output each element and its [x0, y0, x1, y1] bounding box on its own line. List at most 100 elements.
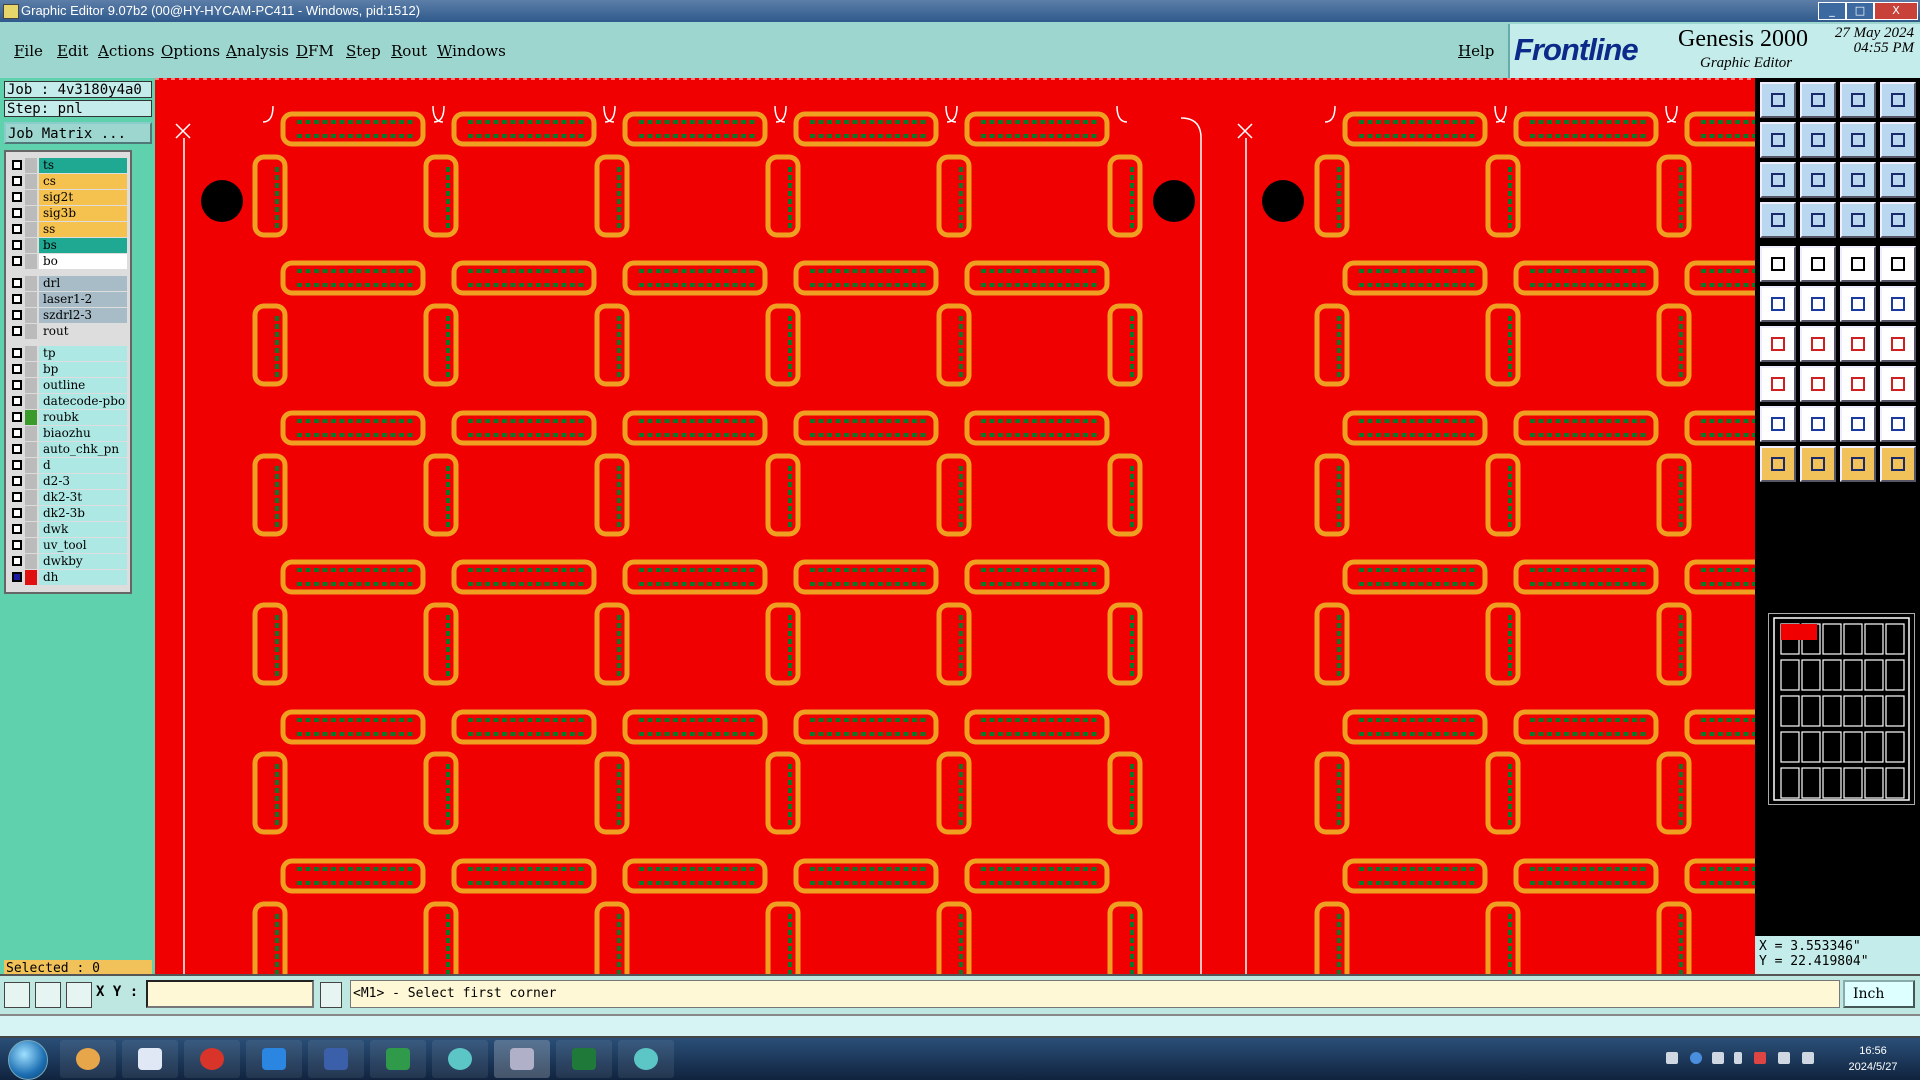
arc-icon[interactable] [1840, 326, 1876, 362]
layer-row-rout[interactable]: rout [6, 324, 130, 339]
layer-row-ss[interactable]: ss [6, 222, 130, 237]
center-icon[interactable] [1800, 162, 1836, 198]
layer-row-tp[interactable]: tp [6, 346, 130, 361]
layer-row-uv_tool[interactable]: uv_tool [6, 538, 130, 553]
system-clock[interactable]: 16:56 2024/5/27 [1828, 1043, 1918, 1075]
taskbar-app-red[interactable] [184, 1040, 240, 1078]
layer-checkbox[interactable] [12, 278, 22, 288]
taskbar-app-save[interactable] [308, 1040, 364, 1078]
layer-checkbox[interactable] [12, 294, 22, 304]
xy-input[interactable] [146, 980, 314, 1008]
select-icon[interactable] [1760, 446, 1796, 482]
scale-icon[interactable] [1840, 162, 1876, 198]
start-button[interactable] [8, 1040, 48, 1080]
layer-row-dk2-3t[interactable]: dk2-3t [6, 490, 130, 505]
job-matrix-button[interactable]: Job Matrix ... [4, 122, 152, 144]
layer-checkbox[interactable] [12, 524, 22, 534]
layer-checkbox[interactable] [12, 208, 22, 218]
measure-mode-icon[interactable] [35, 982, 61, 1008]
menu-step[interactable]: Step [346, 42, 381, 60]
overlay-icon[interactable] [1880, 366, 1916, 402]
grid-icon[interactable] [1800, 202, 1836, 238]
layer-checkbox[interactable] [12, 508, 22, 518]
arrow-up-tray-icon[interactable] [1734, 1052, 1742, 1064]
taskbar-app-graphic-editor[interactable] [494, 1040, 550, 1078]
layer-checkbox[interactable] [12, 160, 22, 170]
info-icon[interactable] [320, 982, 342, 1008]
minus-icon[interactable] [1800, 366, 1836, 402]
taskbar-app-excel[interactable] [556, 1040, 612, 1078]
layer-row-dwk[interactable]: dwk [6, 522, 130, 537]
menu-help[interactable]: Help [1458, 42, 1494, 60]
angle-icon[interactable] [1760, 326, 1796, 362]
layer-row-d2-3[interactable]: d2-3 [6, 474, 130, 489]
taskbar-app-notepad[interactable] [122, 1040, 178, 1078]
zoom-fit-icon[interactable] [1880, 82, 1916, 118]
taskbar-app-genesis-2[interactable] [618, 1040, 674, 1078]
close-button[interactable]: X [1874, 2, 1918, 20]
layer-row-sig3b[interactable]: sig3b [6, 206, 130, 221]
multi-select-icon[interactable] [1880, 446, 1916, 482]
select-3-icon[interactable] [1840, 446, 1876, 482]
layer-checkbox[interactable] [12, 176, 22, 186]
menu-actions[interactable]: Actions [98, 42, 154, 60]
measure-icon[interactable] [1840, 366, 1876, 402]
taskbar-app-shell[interactable] [60, 1040, 116, 1078]
menu-file[interactable]: File [14, 42, 43, 60]
graphic-canvas[interactable] [155, 78, 1755, 974]
network-tray-icon[interactable] [1778, 1052, 1790, 1064]
layer-checkbox[interactable] [12, 572, 22, 582]
zoom-home-icon[interactable] [1760, 82, 1796, 118]
cross-icon[interactable] [1800, 286, 1836, 322]
home-icon[interactable] [1840, 82, 1876, 118]
grid-mode-icon[interactable] [66, 982, 92, 1008]
layer-row-bo[interactable]: bo [6, 254, 130, 269]
layer-checkbox[interactable] [12, 460, 22, 470]
unit-selector[interactable]: Inch [1843, 980, 1915, 1008]
zoom-out-icon[interactable] [1840, 122, 1876, 158]
layer-row-dh[interactable]: dh [6, 570, 130, 585]
layer-row-outline[interactable]: outline [6, 378, 130, 393]
layer-row-dk2-3b[interactable]: dk2-3b [6, 506, 130, 521]
layer-row-ts[interactable]: ts [6, 158, 130, 173]
layer-row-cs[interactable]: cs [6, 174, 130, 189]
layer-checkbox[interactable] [12, 380, 22, 390]
text-a-icon[interactable] [1760, 406, 1796, 442]
layer-checkbox[interactable] [12, 412, 22, 422]
menu-options[interactable]: Options [161, 42, 220, 60]
select-2-icon[interactable] [1800, 446, 1836, 482]
layer-checkbox[interactable] [12, 310, 22, 320]
text-c-icon[interactable] [1840, 406, 1876, 442]
split-view-icon[interactable] [1880, 122, 1916, 158]
snap-on-icon[interactable] [1840, 202, 1876, 238]
pin-icon[interactable] [1880, 326, 1916, 362]
layer-checkbox[interactable] [12, 444, 22, 454]
taskbar-app-green[interactable] [370, 1040, 426, 1078]
layer-checkbox[interactable] [12, 348, 22, 358]
layer-checkbox[interactable] [12, 224, 22, 234]
pen-tray-icon[interactable] [1712, 1052, 1724, 1064]
line-icon[interactable] [1800, 326, 1836, 362]
layer-checkbox[interactable] [12, 192, 22, 202]
layer-row-datecode-pbo[interactable]: datecode-pbo [6, 394, 130, 409]
add-pad-icon[interactable] [1760, 366, 1796, 402]
layer-row-bp[interactable]: bp [6, 362, 130, 377]
menu-dfm[interactable]: DFM [296, 42, 334, 60]
help-icon[interactable] [1880, 162, 1916, 198]
panel-overview-map[interactable] [1768, 613, 1915, 805]
dot-icon[interactable] [1880, 246, 1916, 282]
layer-checkbox[interactable] [12, 240, 22, 250]
text-d-icon[interactable] [1880, 406, 1916, 442]
layer-row-roubk[interactable]: roubk [6, 410, 130, 425]
volume-tray-icon[interactable] [1802, 1052, 1814, 1064]
snap-mode-icon[interactable] [4, 982, 30, 1008]
help-tray-icon[interactable] [1690, 1052, 1702, 1064]
layer-checkbox[interactable] [12, 540, 22, 550]
maximize-button[interactable]: □ [1846, 2, 1874, 20]
layer-row-szdrl2-3[interactable]: szdrl2-3 [6, 308, 130, 323]
layer-row-d[interactable]: d [6, 458, 130, 473]
connect-icon[interactable] [1760, 286, 1796, 322]
layer-row-sig2t[interactable]: sig2t [6, 190, 130, 205]
minimize-button[interactable]: _ [1818, 2, 1846, 20]
layer-row-bs[interactable]: bs [6, 238, 130, 253]
